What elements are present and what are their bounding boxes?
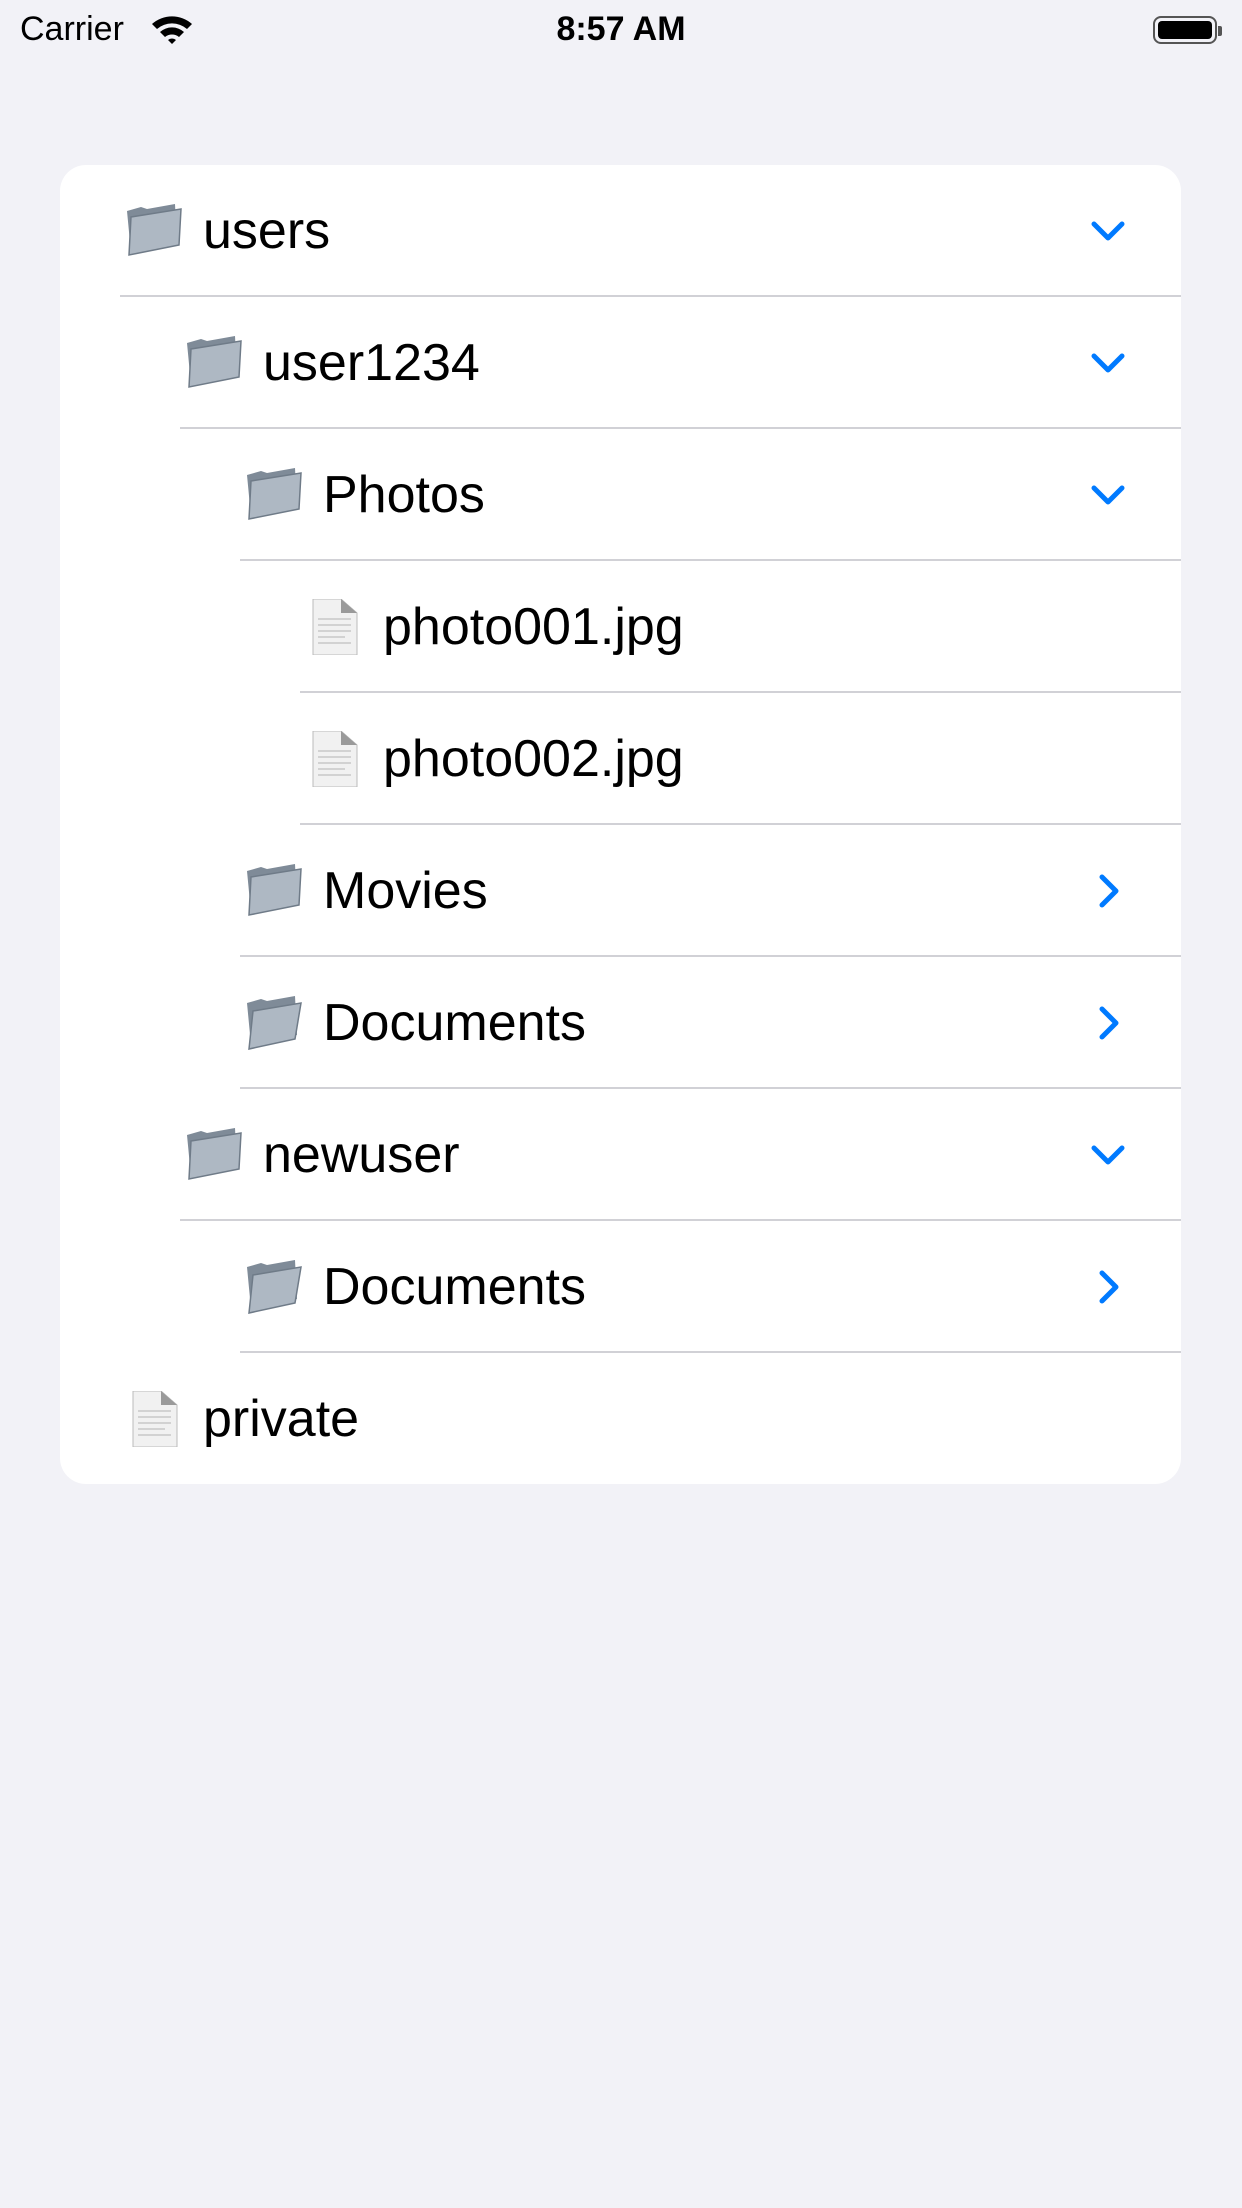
tree-row-label: Documents	[323, 1258, 586, 1316]
tree-row-photos[interactable]: Photos	[60, 429, 1181, 561]
battery-icon	[1153, 16, 1222, 44]
folder-icon	[125, 203, 183, 259]
tree-row-photo002-jpg[interactable]: photo002.jpg	[60, 693, 1181, 825]
open-folder-icon	[245, 995, 303, 1051]
tree-row-users[interactable]: users	[60, 165, 1181, 297]
folder-icon	[245, 863, 303, 919]
tree-row-newuser[interactable]: newuser	[60, 1089, 1181, 1221]
folder-icon	[185, 335, 243, 391]
chevron-right-icon[interactable]	[1088, 871, 1128, 911]
tree-row-label: newuser	[263, 1126, 460, 1184]
chevron-down-icon[interactable]	[1088, 211, 1128, 251]
tree-row-label: user1234	[263, 334, 480, 392]
tree-row-label: photo002.jpg	[383, 730, 684, 788]
tree-row-photo001-jpg[interactable]: photo001.jpg	[60, 561, 1181, 693]
status-bar: Carrier 8:57 AM	[0, 0, 1242, 64]
file-icon	[125, 1390, 183, 1448]
tree-row-label: photo001.jpg	[383, 598, 684, 656]
file-icon	[305, 730, 363, 788]
tree-row-label: Documents	[323, 994, 586, 1052]
tree-row-label: Photos	[323, 466, 485, 524]
folder-icon	[245, 467, 303, 523]
chevron-down-icon[interactable]	[1088, 475, 1128, 515]
chevron-right-icon[interactable]	[1088, 1267, 1128, 1307]
tree-row-private[interactable]: private	[60, 1353, 1181, 1484]
chevron-down-icon[interactable]	[1088, 1135, 1128, 1175]
tree-row-movies[interactable]: Movies	[60, 825, 1181, 957]
tree-row-documents[interactable]: Documents	[60, 1221, 1181, 1353]
tree-row-documents[interactable]: Documents	[60, 957, 1181, 1089]
chevron-right-icon[interactable]	[1088, 1003, 1128, 1043]
tree-row-label: Movies	[323, 862, 488, 920]
chevron-down-icon[interactable]	[1088, 343, 1128, 383]
file-tree-list: users user1234 Photos photo001.jpg photo…	[60, 165, 1181, 1484]
folder-icon	[185, 1127, 243, 1183]
tree-row-label: users	[203, 202, 331, 260]
tree-row-label: private	[203, 1390, 360, 1448]
file-icon	[305, 598, 363, 656]
tree-row-user1234[interactable]: user1234	[60, 297, 1181, 429]
open-folder-icon	[245, 1259, 303, 1315]
clock: 8:57 AM	[556, 10, 686, 48]
